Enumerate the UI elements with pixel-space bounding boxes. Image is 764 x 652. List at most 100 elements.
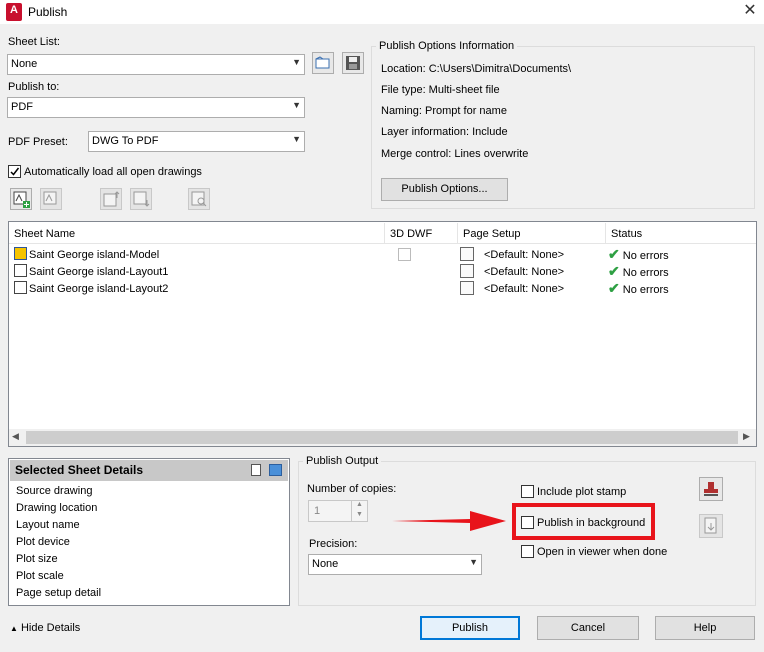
viewer-settings-button[interactable] — [699, 514, 723, 538]
detail-plot-scale: Plot scale — [16, 570, 64, 582]
load-sheet-list-button[interactable] — [312, 52, 334, 74]
move-sheet-up-button[interactable] — [100, 188, 122, 210]
pdf-preset-label: PDF Preset: — [8, 136, 68, 148]
add-sheets-button[interactable] — [10, 188, 32, 210]
add-sheet-icon — [13, 191, 30, 208]
file-type-text: File type: Multi-sheet file — [381, 84, 500, 96]
row-page-setup[interactable]: <Default: None> — [460, 264, 564, 281]
table-header-row — [9, 222, 756, 244]
include-plot-stamp-checkbox[interactable] — [521, 485, 534, 498]
cancel-button[interactable]: Cancel — [537, 616, 639, 640]
layout-sheet-icon — [14, 281, 27, 294]
precision-label: Precision: — [309, 538, 358, 550]
move-down-icon — [133, 191, 150, 207]
publish-output-title: Publish Output — [303, 455, 382, 467]
preview-button[interactable] — [188, 188, 210, 210]
row-page-setup-value: <Default: None> — [484, 266, 565, 278]
window-title: Publish — [28, 5, 68, 19]
scrollbar-thumb[interactable] — [26, 431, 738, 444]
hide-details-label: Hide Details — [20, 622, 81, 634]
stamp-icon — [704, 482, 718, 496]
page-setup-icon — [460, 281, 474, 295]
header-3d-dwf[interactable]: 3D DWF — [390, 228, 432, 240]
naming-text: Naming: Prompt for name — [381, 105, 507, 117]
layer-info-text: Layer information: Include — [381, 126, 508, 138]
header-status[interactable]: Status — [611, 228, 642, 240]
precision-value: None — [312, 558, 339, 570]
plot-stamp-settings-button[interactable] — [699, 477, 723, 501]
help-button[interactable]: Help — [655, 616, 755, 640]
chevron-down-icon: ▼ — [292, 57, 301, 67]
open-in-viewer-label: Open in viewer when done — [537, 546, 668, 558]
preview-icon — [191, 191, 207, 207]
scroll-right-icon[interactable]: ▶ — [743, 431, 750, 442]
header-page-setup[interactable]: Page Setup — [463, 228, 521, 240]
detail-plot-size: Plot size — [16, 553, 58, 565]
scroll-left-icon[interactable]: ◀ — [12, 431, 19, 442]
publish-button[interactable]: Publish — [420, 616, 520, 640]
checkmark-icon: ✔ — [608, 263, 620, 279]
row-page-setup[interactable]: <Default: None> — [460, 247, 564, 264]
row-page-setup[interactable]: <Default: None> — [460, 281, 564, 298]
table-row[interactable]: Saint George island-Layout1 — [14, 264, 168, 281]
checkmark-icon: ✔ — [608, 246, 620, 262]
page-setup-icon — [460, 247, 474, 261]
title-bar — [0, 0, 764, 24]
header-divider — [384, 223, 385, 243]
publish-in-background-label: Publish in background — [537, 517, 646, 529]
document-icon[interactable] — [251, 464, 261, 476]
sheet-list-value: None — [11, 58, 38, 70]
row-status-value: No errors — [622, 250, 669, 262]
save-sheet-list-button[interactable] — [342, 52, 364, 74]
autocad-app-icon: A — [6, 3, 22, 21]
auto-load-checkbox[interactable] — [8, 165, 21, 178]
publish-in-background-checkbox[interactable] — [521, 516, 534, 529]
remove-sheets-button[interactable] — [40, 188, 62, 210]
chevron-down-icon: ▼ — [292, 134, 301, 144]
details-title: Selected Sheet Details — [15, 463, 144, 477]
detail-layout-name: Layout name — [16, 519, 80, 531]
row-page-setup-value: <Default: None> — [484, 283, 565, 295]
include-plot-stamp-label: Include plot stamp — [537, 486, 627, 498]
publish-options-info-title: Publish Options Information — [376, 40, 518, 52]
stepper-up-icon[interactable]: ▲ — [351, 501, 367, 511]
document-arrow-icon — [704, 517, 717, 534]
publish-options-button[interactable]: Publish Options... — [381, 178, 508, 201]
auto-load-label: Automatically load all open drawings — [24, 166, 202, 178]
copies-label: Number of copies: — [307, 483, 397, 495]
3d-dwf-checkbox[interactable] — [398, 248, 411, 261]
row-status: ✔ No errors — [608, 280, 669, 297]
row-sheet-name: Saint George island-Layout2 — [29, 283, 169, 295]
hide-details-link[interactable]: ▲ Hide Details — [10, 622, 80, 634]
header-divider — [605, 223, 606, 243]
table-row[interactable]: Saint George island-Model — [14, 247, 159, 264]
pdf-preset-select[interactable]: DWG To PDF ▼ — [88, 131, 305, 152]
location-text: Location: C:\Users\Dimitra\Documents\ — [381, 63, 572, 75]
table-row[interactable]: Saint George island-Layout2 — [14, 281, 168, 298]
close-icon[interactable]: ✕ — [738, 2, 762, 22]
annotation-arrow-icon — [392, 511, 506, 531]
row-status-value: No errors — [622, 267, 669, 279]
sheet-list-select[interactable]: None ▼ — [7, 54, 305, 75]
detail-plot-device: Plot device — [16, 536, 70, 548]
precision-select[interactable]: None ▼ — [308, 554, 482, 575]
merge-control-text: Merge control: Lines overwrite — [381, 148, 529, 160]
image-icon[interactable] — [269, 464, 282, 476]
row-status: ✔ No errors — [608, 263, 669, 280]
page-setup-icon — [460, 264, 474, 278]
open-in-viewer-checkbox[interactable] — [521, 545, 534, 558]
row-status-value: No errors — [622, 284, 669, 296]
publish-to-value: PDF — [11, 101, 33, 113]
header-sheet-name[interactable]: Sheet Name — [14, 228, 75, 240]
detail-source-drawing: Source drawing — [16, 485, 93, 497]
sheet-list-label: Sheet List: — [8, 36, 60, 48]
stepper-down-icon[interactable]: ▼ — [351, 511, 367, 521]
detail-drawing-location: Drawing location — [16, 502, 98, 514]
folder-icon — [315, 56, 330, 69]
header-divider — [457, 223, 458, 243]
triangle-up-icon: ▲ — [10, 624, 18, 633]
row-sheet-name: Saint George island-Model — [29, 249, 160, 261]
publish-to-select[interactable]: PDF ▼ — [7, 97, 305, 118]
move-sheet-down-button[interactable] — [130, 188, 152, 210]
layout-sheet-icon — [14, 264, 27, 277]
